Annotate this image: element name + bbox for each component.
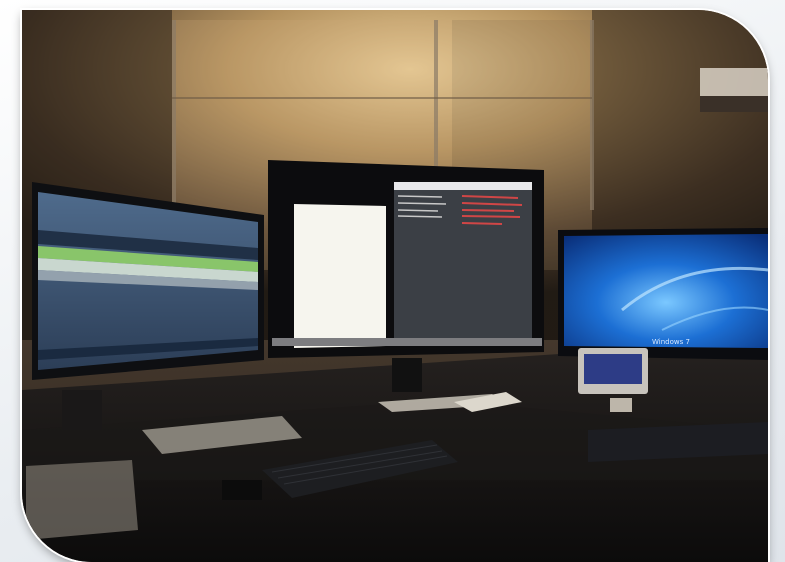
photo: Windows 7 [22,10,768,562]
windows-caption: Windows 7 [652,338,690,346]
desk-scene: Windows 7 [22,10,768,562]
shelf [700,68,768,96]
